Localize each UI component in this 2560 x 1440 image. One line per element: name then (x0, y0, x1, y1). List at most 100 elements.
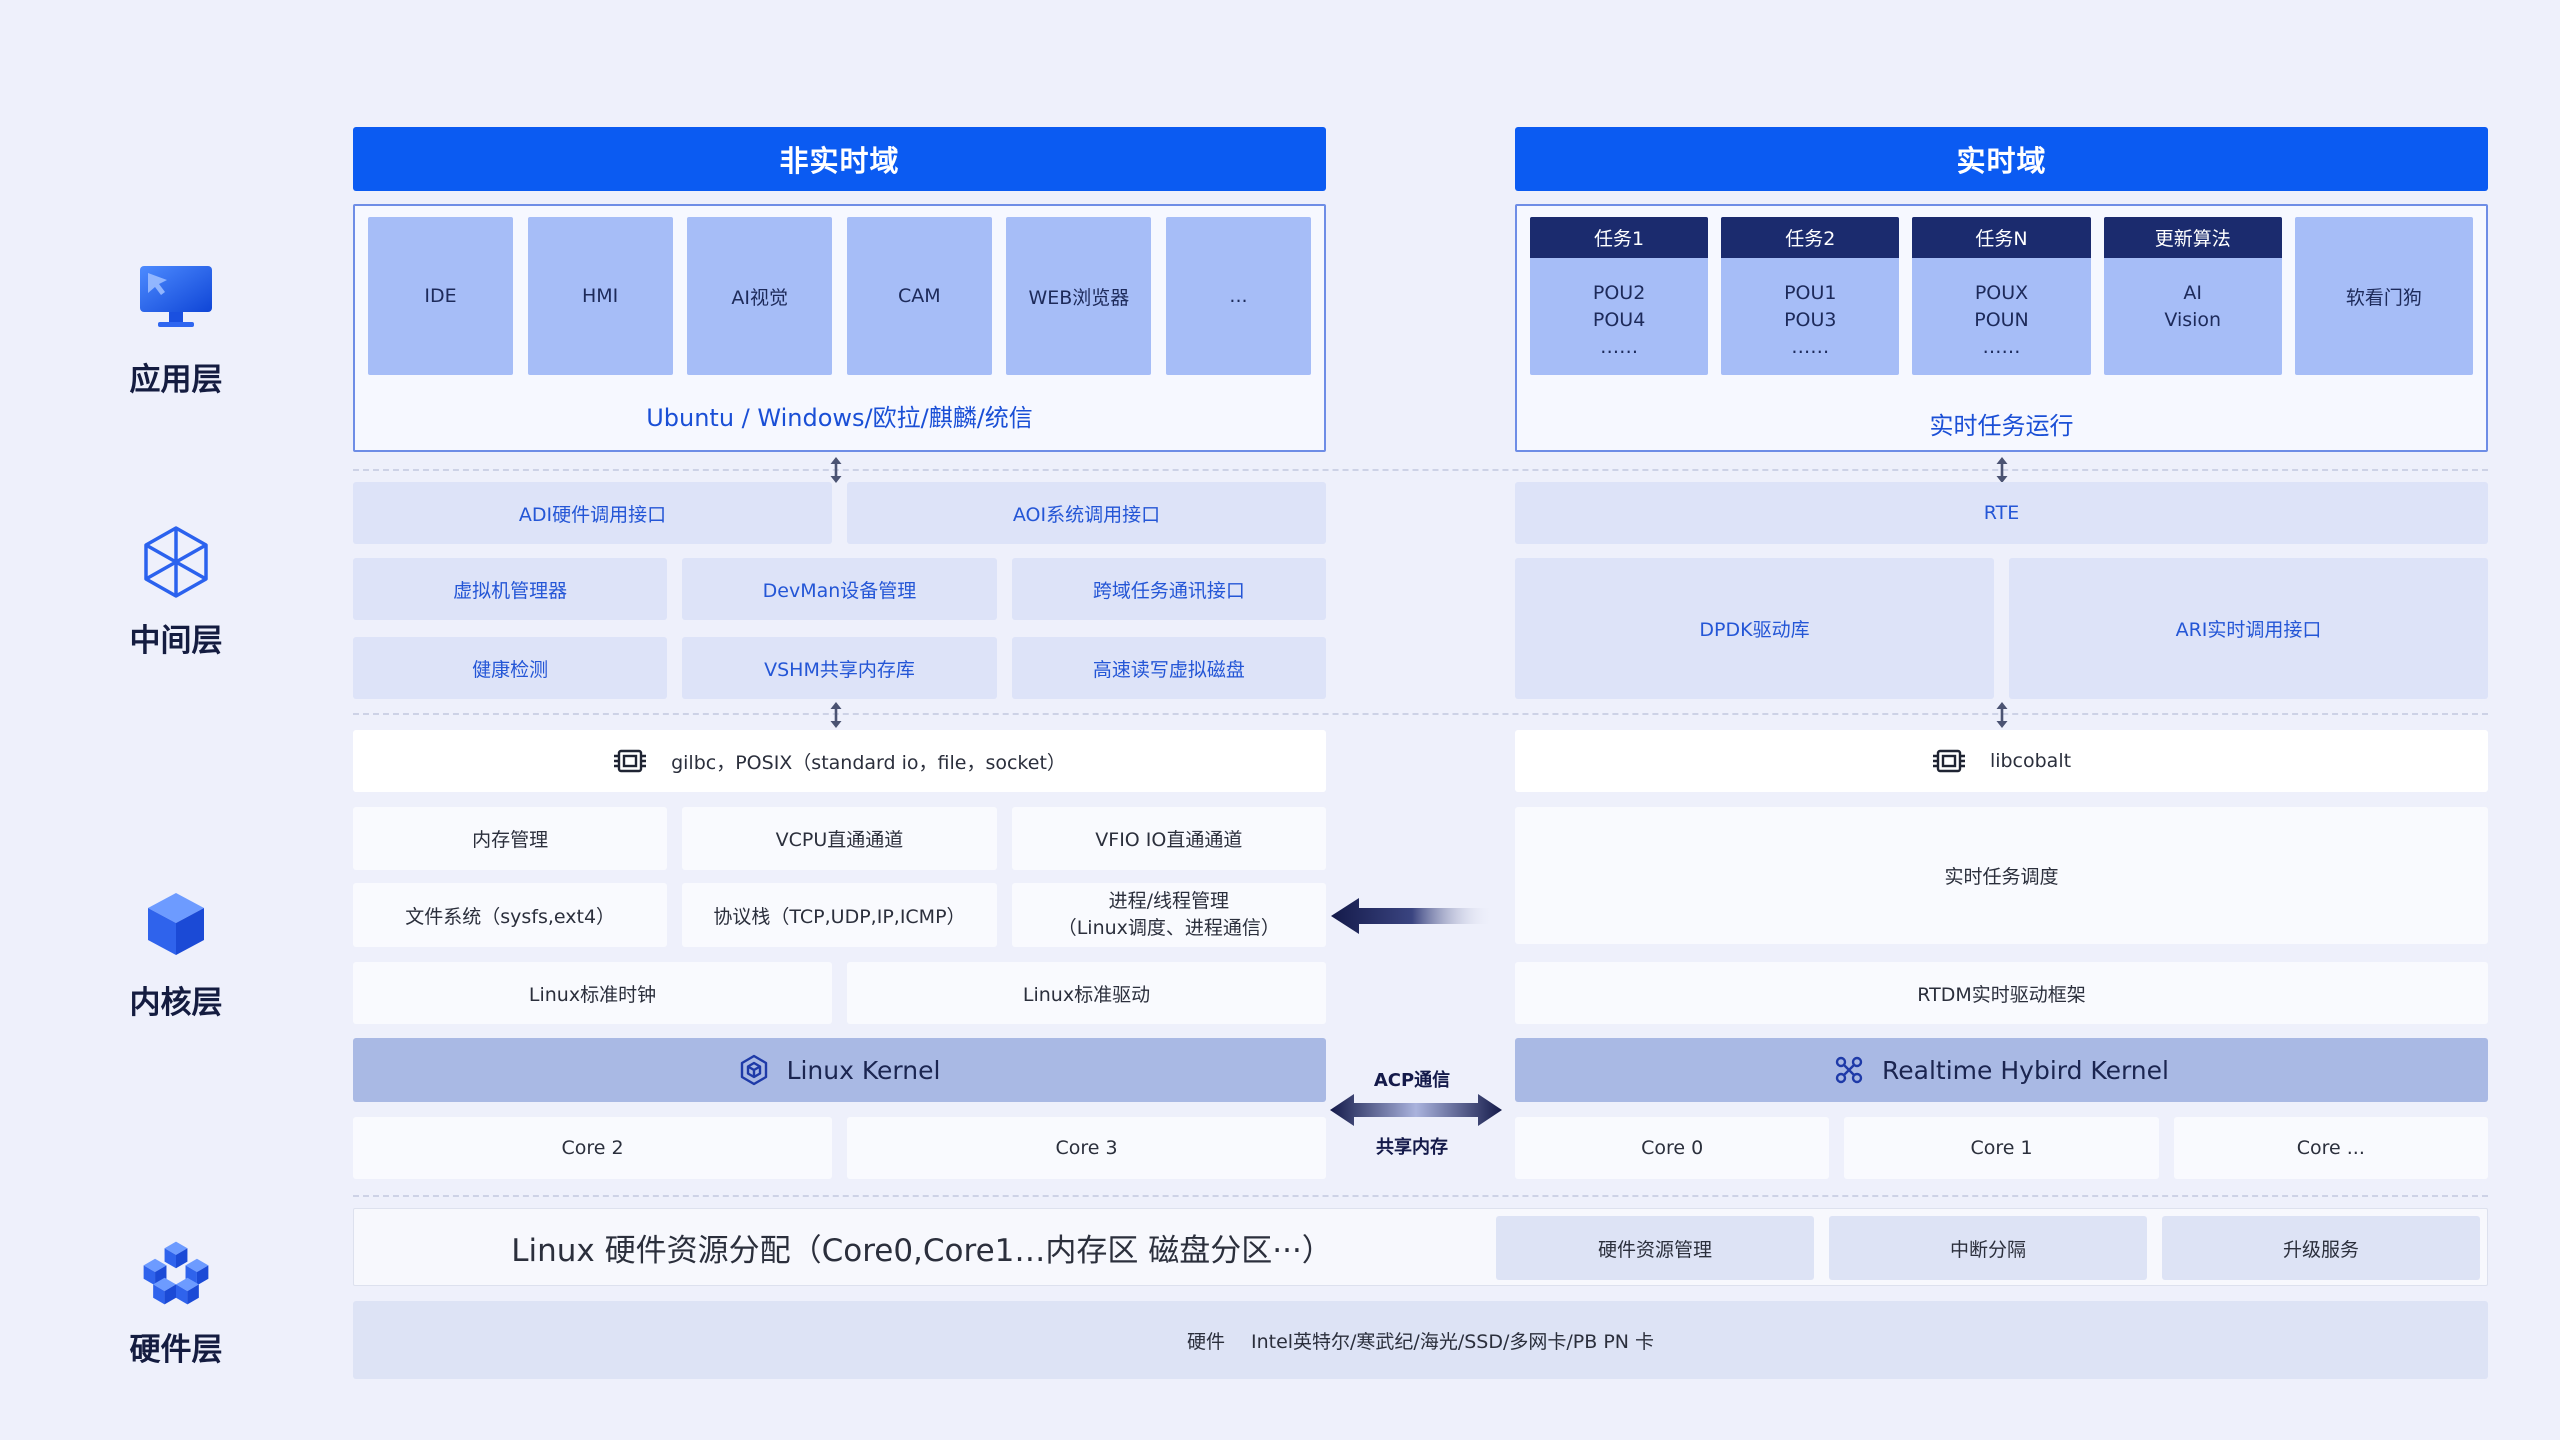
process-mgmt-title: 进程/线程管理 (1108, 890, 1230, 912)
left-arrow-icon (1331, 898, 1493, 934)
task-line: POU3 (1784, 309, 1837, 331)
vfio-io-passthrough: VFIO IO直通通道 (1011, 807, 1326, 870)
linux-standard-clock: Linux标准时钟 (353, 962, 832, 1024)
adi-hardware-interface: ADI硬件调用接口 (353, 482, 832, 544)
bidirectional-arrow-icon (1330, 1094, 1502, 1126)
bidirectional-arrow-icon (1996, 457, 2008, 483)
realtime-kernel-bar: Realtime Hybird Kernel (1515, 1038, 2488, 1102)
task-line: …… (1791, 336, 1830, 358)
process-mgmt-detail: （Linux调度、进程通信） (1057, 917, 1280, 939)
virtual-disk-rw: 高速读写虚拟磁盘 (1011, 637, 1326, 699)
linux-standard-driver: Linux标准驱动 (847, 962, 1326, 1024)
task-line: Vision (2164, 309, 2222, 331)
app-tile-ide: IDE (368, 217, 513, 375)
linux-kernel-bar: Linux Kernel (353, 1038, 1326, 1102)
layer-label-kernel: 内核层 (129, 985, 223, 1021)
task-tile-update-algorithm: 更新算法 AI Vision (2103, 217, 2282, 375)
separator-middleware-kernel (353, 713, 2488, 715)
task-line: …… (1600, 336, 1639, 358)
realtime-driver-row: DPDK驱动库 ARI实时调用接口 (1515, 558, 2488, 699)
layer-label-application: 应用层 (129, 362, 223, 398)
task-header: 任务N (1912, 217, 2091, 258)
cubes-cluster-icon (136, 1240, 216, 1306)
ari-realtime-interface: ARI实时调用接口 (2009, 558, 2488, 699)
knot-icon (1835, 1056, 1863, 1084)
task-header: 任务2 (1721, 217, 1900, 258)
layer-label-hardware: 硬件层 (129, 1332, 223, 1368)
hardware-label: 硬件 (1186, 1330, 1225, 1353)
rte-block: RTE (1515, 482, 2488, 544)
middleware-row-3: 健康检测 VSHM共享内存库 高速读写虚拟磁盘 (353, 637, 1326, 699)
os-label: Ubuntu / Windows/欧拉/麒麟/统信 (646, 403, 1033, 432)
task-line: POUN (1974, 309, 2029, 331)
non-realtime-domain-header: 非实时域 (353, 127, 1326, 191)
rtdm-driver-framework: RTDM实时驱动框架 (1515, 962, 2488, 1024)
app-tile-ai-vision: AI视觉 (687, 217, 833, 375)
linux-kernel-label: Linux Kernel (786, 1055, 941, 1085)
task-line: …… (1982, 336, 2021, 358)
task-body: POU2 POU4 …… (1530, 258, 1708, 375)
separator-kernel-hardware (353, 1195, 2488, 1197)
realtime-run-label: 实时任务运行 (1929, 411, 2074, 440)
chip-icon (614, 749, 647, 773)
separator-app-middleware (353, 469, 2488, 471)
hardware-allocation-label: Linux 硬件资源分配（Core0,Core1…内存区 磁盘分区···） (511, 1232, 1333, 1269)
aoi-system-interface: AOI系统调用接口 (847, 482, 1326, 544)
glibc-posix-row: gilbc，POSIX（standard io，file，socket） (353, 730, 1326, 792)
app-tile-web-browser: WEB浏览器 (1006, 217, 1152, 375)
kernel-row-1: 内存管理 VCPU直通通道 VFIO IO直通通道 (353, 807, 1326, 870)
shared-memory-label: 共享内存 (1376, 1137, 1448, 1158)
vcpu-passthrough: VCPU直通通道 (682, 807, 997, 870)
file-system: 文件系统（sysfs,ext4） (353, 883, 668, 947)
task-header: 更新算法 (2103, 217, 2282, 258)
task-line: POU4 (1592, 309, 1646, 331)
hardware-bar: 硬件 Intel英特尔/寒武纪/海光/SSD/多网卡/PB PN 卡 (353, 1301, 2488, 1379)
non-realtime-app-box: IDE HMI AI视觉 CAM WEB浏览器 ... Ubuntu / Win… (353, 204, 1326, 452)
realtime-kernel-label: Realtime Hybird Kernel (1882, 1055, 2169, 1085)
core-more: Core ... (2173, 1117, 2488, 1179)
protocol-stack: 协议栈（TCP,UDP,IP,ICMP） (682, 883, 997, 947)
interrupt-isolation: 中断分隔 (1829, 1216, 2147, 1280)
libcobalt-label: libcobalt (1989, 750, 2072, 772)
core-1: Core 1 (1844, 1117, 2159, 1179)
dpdk-driver-lib: DPDK驱动库 (1515, 558, 1994, 699)
bidirectional-arrow-icon (830, 702, 842, 728)
devman-device-management: DevMan设备管理 (682, 558, 997, 620)
app-tile-more: ... (1165, 217, 1311, 375)
task-tile-1: 任务1 POU2 POU4 …… (1530, 217, 1709, 375)
task-line: POU1 (1784, 282, 1837, 304)
vshm-shared-memory-lib: VSHM共享内存库 (682, 637, 997, 699)
hardware-resource-management: 硬件资源管理 (1496, 1216, 1814, 1280)
task-body: POU1 POU3 …… (1721, 258, 1899, 375)
middleware-row-1: ADI硬件调用接口 AOI系统调用接口 (353, 482, 1326, 544)
core-0: Core 0 (1515, 1117, 1830, 1179)
monitor-icon (136, 262, 216, 332)
acp-comm-label: ACP通信 (1373, 1070, 1451, 1091)
app-tile-cam: CAM (846, 217, 992, 375)
layer-label-middleware: 中间层 (129, 623, 223, 659)
upgrade-service: 升级服务 (2162, 1216, 2480, 1280)
task-tile-n: 任务N POUX POUN …… (1912, 217, 2091, 375)
task-line: AI (2183, 282, 2203, 304)
cube-icon (136, 889, 216, 959)
hexagon-cube-icon (740, 1054, 767, 1086)
task-line: POU2 (1592, 282, 1646, 304)
cross-domain-comm-interface: 跨域任务通讯接口 (1011, 558, 1326, 620)
task-header: 任务1 (1530, 217, 1709, 258)
bidirectional-arrow-icon (830, 457, 842, 483)
middleware-row-2: 虚拟机管理器 DevMan设备管理 跨域任务通讯接口 (353, 558, 1326, 620)
memory-management: 内存管理 (353, 807, 668, 870)
realtime-task-scheduler: 实时任务调度 (1515, 807, 2488, 944)
task-body: AI Vision (2104, 258, 2282, 375)
app-tile-hmi: HMI (527, 217, 673, 375)
hardware-vendors: Intel英特尔/寒武纪/海光/SSD/多网卡/PB PN 卡 (1250, 1330, 1655, 1353)
realtime-cores: Core 0 Core 1 Core ... (1515, 1117, 2488, 1179)
vm-manager: 虚拟机管理器 (353, 558, 668, 620)
task-line: POUX (1974, 282, 2029, 304)
non-realtime-app-row: IDE HMI AI视觉 CAM WEB浏览器 ... (368, 217, 1311, 375)
realtime-task-row: 任务1 POU2 POU4 …… 任务2 POU1 POU3 …… 任务N PO… (1530, 217, 2474, 375)
realtime-domain-header: 实时域 (1515, 127, 2488, 191)
health-check: 健康检测 (353, 637, 668, 699)
chip-icon (1932, 749, 1965, 773)
bidirectional-arrow-icon (1996, 702, 2008, 728)
